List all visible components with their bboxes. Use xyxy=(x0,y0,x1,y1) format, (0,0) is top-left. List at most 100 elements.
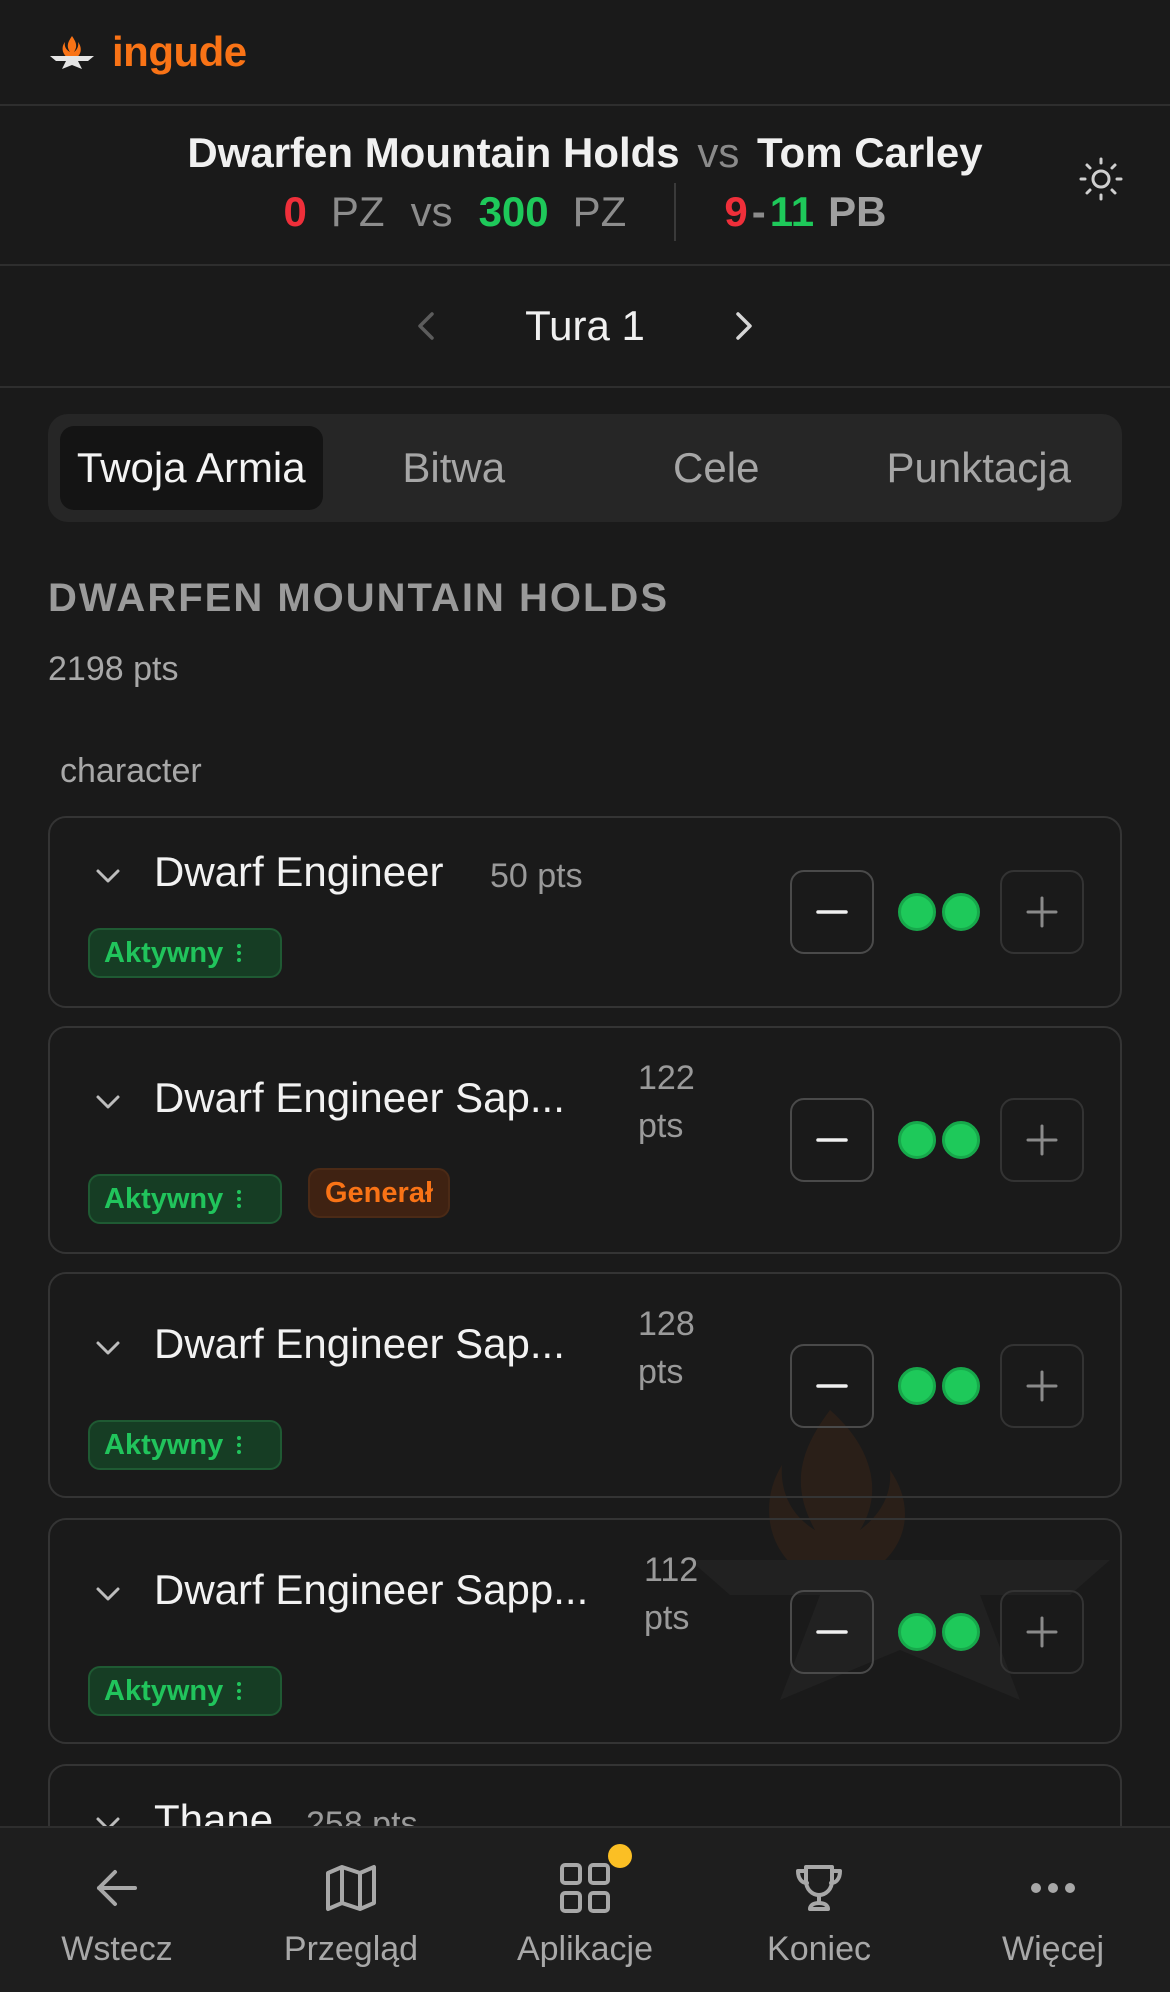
tab-bitwa[interactable]: Bitwa xyxy=(323,426,586,510)
increment-button[interactable] xyxy=(1000,1098,1084,1182)
match-scores: 0 PZ vs 300 PZ 9 - 11 PB xyxy=(284,183,886,241)
nav-label: Więcej xyxy=(1001,1930,1105,1968)
minus-icon xyxy=(816,1384,848,1388)
wound-pips xyxy=(898,1121,980,1159)
theme-toggle-button[interactable] xyxy=(1072,150,1130,208)
pip xyxy=(942,893,980,931)
unit-points-unit: pts xyxy=(638,1353,684,1391)
status-badge[interactable]: Aktywny xyxy=(88,1174,282,1224)
nav-wstecz[interactable]: Wstecz xyxy=(0,1828,234,1992)
nav-aplikacje[interactable]: Aplikacje xyxy=(468,1828,702,1992)
general-badge: Generał xyxy=(308,1168,450,1218)
prev-round-button[interactable] xyxy=(397,296,457,356)
unit-card[interactable]: Dwarf Engineer Sap... 122 pts Aktywny Ge… xyxy=(48,1026,1122,1254)
status-badge[interactable]: Aktywny xyxy=(88,1420,282,1470)
pb-dash: - xyxy=(751,188,766,235)
increment-button[interactable] xyxy=(1000,1590,1084,1674)
player-army-name: Dwarfen Mountain Holds xyxy=(187,129,680,176)
grid-icon xyxy=(555,1858,615,1918)
unit-card[interactable]: Dwarf Engineer Sap... 128 pts Aktywny xyxy=(48,1272,1122,1498)
tab-twoja-armia[interactable]: Twoja Armia xyxy=(60,426,323,510)
score-right-unit: PZ xyxy=(572,188,627,235)
bottom-navigation: Wstecz Przegląd Aplikacje Koniec Więcej xyxy=(0,1826,1170,1992)
map-icon xyxy=(321,1858,381,1918)
status-badge[interactable]: Aktywny xyxy=(88,1666,282,1716)
decrement-button[interactable] xyxy=(790,1344,874,1428)
score-right: 300 xyxy=(478,188,549,235)
chevron-down-icon[interactable] xyxy=(90,1330,126,1366)
decrement-button[interactable] xyxy=(790,1590,874,1674)
plus-icon xyxy=(1026,1370,1058,1402)
pip xyxy=(942,1121,980,1159)
arrow-left-icon xyxy=(87,1858,147,1918)
pb-right: 11 xyxy=(769,188,815,235)
kebab-icon xyxy=(237,1436,242,1454)
army-points: 2198 pts xyxy=(48,650,179,688)
logo-icon xyxy=(50,36,94,69)
more-icon xyxy=(1023,1858,1083,1918)
pip xyxy=(898,1121,936,1159)
app-root: ingude Dwarfen Mountain Holds vs Tom Car… xyxy=(0,0,1170,1992)
chevron-down-icon[interactable] xyxy=(90,1576,126,1612)
decrement-button[interactable] xyxy=(790,870,874,954)
brand-name[interactable]: ingude xyxy=(112,28,247,76)
score-left-unit: PZ xyxy=(330,188,385,235)
score-divider xyxy=(674,183,677,241)
status-badge[interactable]: Aktywny xyxy=(88,928,282,978)
pip xyxy=(942,1613,980,1651)
plus-icon xyxy=(1026,1124,1058,1156)
decrement-button[interactable] xyxy=(790,1098,874,1182)
unit-name: Dwarf Engineer Sap... xyxy=(154,1320,565,1367)
round-label: Tura 1 xyxy=(525,302,645,349)
status-badge-label: Aktywny xyxy=(104,1182,224,1215)
round-navigation: Tura 1 xyxy=(0,266,1170,388)
wound-pips xyxy=(898,893,980,931)
chevron-left-icon xyxy=(418,312,434,340)
minus-icon xyxy=(816,1630,848,1634)
increment-button[interactable] xyxy=(1000,870,1084,954)
nav-label: Wstecz xyxy=(61,1930,173,1968)
nav-label: Aplikacje xyxy=(516,1930,654,1968)
next-round-button[interactable] xyxy=(713,296,773,356)
chevron-down-icon[interactable] xyxy=(90,1084,126,1120)
match-header: Dwarfen Mountain Holds vs Tom Carley 0 P… xyxy=(0,106,1170,266)
kebab-icon xyxy=(237,1190,242,1208)
vs-label: vs xyxy=(697,129,740,176)
trophy-icon xyxy=(789,1858,849,1918)
unit-section-label: character xyxy=(60,752,202,790)
tab-punktacja[interactable]: Punktacja xyxy=(848,426,1111,510)
pip xyxy=(942,1367,980,1405)
unit-card[interactable]: Dwarf Engineer Sapp... 112 pts Aktywny xyxy=(48,1518,1122,1744)
wound-pips xyxy=(898,1613,980,1651)
sun-icon xyxy=(1079,157,1123,201)
unit-points: 50 pts xyxy=(490,857,583,895)
unit-name: Dwarf Engineer xyxy=(154,848,444,895)
chevron-down-icon[interactable] xyxy=(90,858,126,894)
chevron-right-icon xyxy=(736,312,752,340)
nav-wiecej[interactable]: Więcej xyxy=(936,1828,1170,1992)
unit-points-unit: pts xyxy=(644,1599,690,1637)
unit-points-value: 122 xyxy=(638,1059,695,1097)
unit-card[interactable]: Dwarf Engineer 50 pts Aktywny xyxy=(48,816,1122,1008)
nav-label: Koniec xyxy=(767,1930,871,1968)
pip xyxy=(898,1367,936,1405)
notification-dot xyxy=(608,1844,632,1868)
unit-name: Dwarf Engineer Sap... xyxy=(154,1074,565,1121)
unit-points-unit: pts xyxy=(638,1107,684,1145)
top-bar: ingude xyxy=(0,0,1170,106)
increment-button[interactable] xyxy=(1000,1344,1084,1428)
nav-przeglad[interactable]: Przegląd xyxy=(234,1828,468,1992)
minus-icon xyxy=(816,1138,848,1142)
status-badge-label: Aktywny xyxy=(104,1674,224,1707)
tab-cele[interactable]: Cele xyxy=(585,426,848,510)
nav-koniec[interactable]: Koniec xyxy=(702,1828,936,1992)
wound-pips xyxy=(898,1367,980,1405)
unit-points-value: 112 xyxy=(644,1551,699,1589)
unit-name: Dwarf Engineer Sapp... xyxy=(154,1566,589,1613)
kebab-icon xyxy=(237,944,242,962)
opponent-name: Tom Carley xyxy=(757,129,983,176)
section-tabs: Twoja Armia Bitwa Cele Punktacja xyxy=(48,414,1122,522)
minus-icon xyxy=(816,910,848,914)
status-badge-label: Aktywny xyxy=(104,1428,224,1461)
plus-icon xyxy=(1026,1616,1058,1648)
